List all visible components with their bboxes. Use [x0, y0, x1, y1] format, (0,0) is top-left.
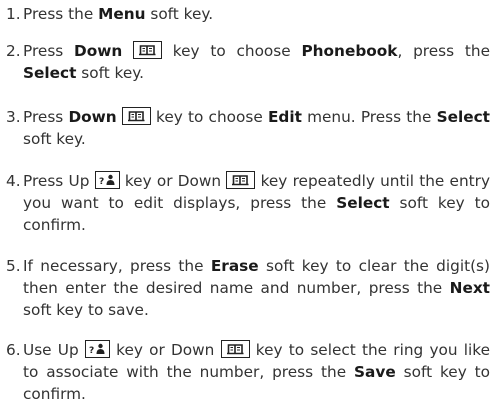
erase-softkey-label: Erase: [210, 257, 259, 275]
redial-key-icon: ?: [94, 171, 120, 189]
phonebook-key-icon: [133, 41, 163, 59]
select-softkey-label: Select: [23, 64, 77, 82]
step-text: Press the Menu soft key.: [23, 5, 214, 23]
step-text: Press Down key to choose Phonebook, pres…: [23, 41, 490, 82]
step-number: 4.: [6, 172, 21, 190]
phonebook-label: Phonebook: [301, 42, 398, 60]
step-number: 6.: [6, 341, 21, 359]
redial-key-icon: ?: [84, 340, 110, 358]
menu-softkey-label: Menu: [98, 5, 146, 23]
step-5: 5. If necessary, press the Erase soft ke…: [6, 255, 490, 321]
step-1: 1. Press the Menu soft key.: [6, 3, 490, 25]
phonebook-key-icon: [226, 171, 256, 189]
step-text: Press Up ? key or Down key repeatedly un…: [23, 171, 491, 234]
select-softkey-label: Select: [436, 108, 490, 126]
step-3: 3. Press Down key to choose Edit menu. P…: [6, 106, 490, 150]
step-number: 5.: [6, 257, 21, 275]
edit-menu-label: Edit: [267, 108, 302, 126]
down-key-label: Down: [74, 42, 123, 60]
save-softkey-label: Save: [354, 363, 396, 381]
step-text: Use Up ? key or Down key to select the r…: [23, 340, 491, 403]
step-text: Press Down key to choose Edit menu. Pres…: [23, 107, 490, 148]
step-4: 4. Press Up ? key or Down key repeatedly…: [6, 170, 490, 236]
select-softkey-label: Select: [336, 194, 390, 212]
svg-text:?: ?: [89, 346, 94, 356]
next-softkey-label: Next: [449, 279, 490, 297]
step-number: 1.: [6, 5, 21, 23]
phonebook-key-icon: [220, 340, 250, 358]
step-number: 2.: [6, 42, 21, 60]
phonebook-key-icon: [121, 107, 151, 125]
down-key-label: Down: [68, 108, 117, 126]
step-2: 2. Press Down key to choose Phonebook, p…: [6, 40, 490, 84]
svg-text:?: ?: [99, 177, 104, 187]
step-text: If necessary, press the Erase soft key t…: [23, 257, 490, 319]
step-number: 3.: [6, 108, 21, 126]
step-6: 6. Use Up ? key or Down key to select th…: [6, 339, 490, 405]
